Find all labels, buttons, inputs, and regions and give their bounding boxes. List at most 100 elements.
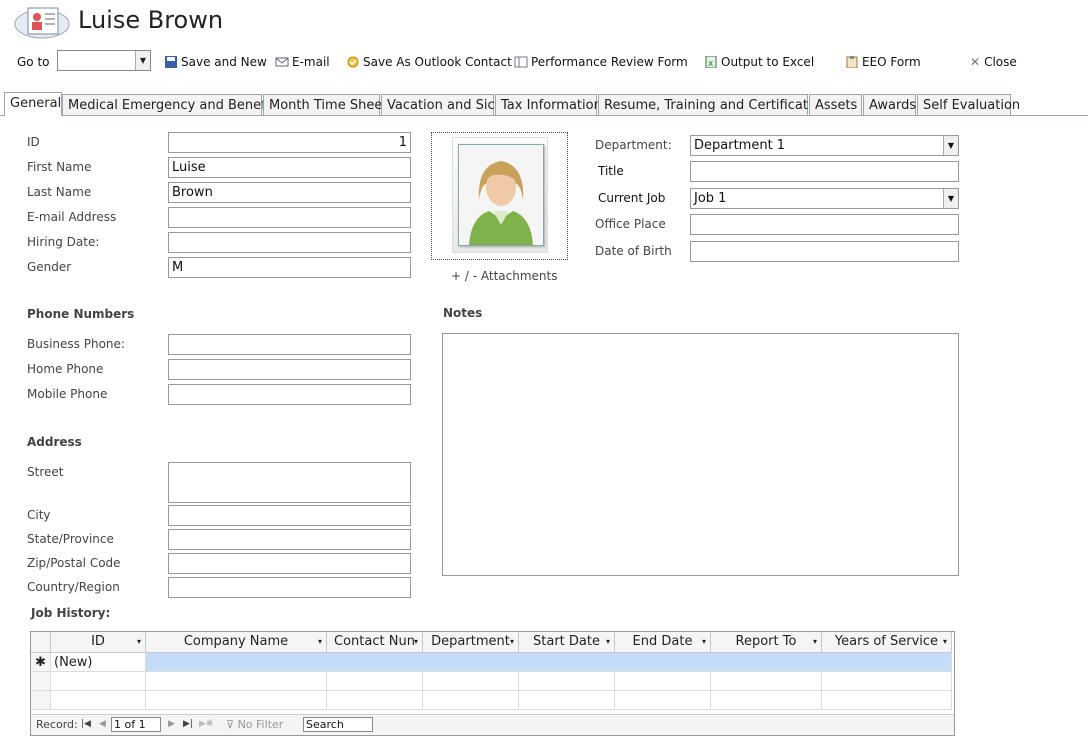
- date-of-birth-label: Date of Birth: [595, 244, 672, 258]
- first-name-field[interactable]: Luise: [168, 157, 411, 178]
- department-dropdown[interactable]: Department 1 ▼: [690, 135, 959, 156]
- search-input[interactable]: Search: [303, 717, 373, 732]
- tab-tax-information[interactable]: Tax Information: [495, 94, 602, 115]
- mobile-phone-field[interactable]: [168, 384, 411, 405]
- tab-assets[interactable]: Assets: [809, 94, 862, 115]
- state-province-field[interactable]: [168, 529, 411, 550]
- save-outlook-contact-button[interactable]: Save As Outlook Contact: [346, 52, 512, 72]
- id-field[interactable]: 1: [168, 132, 411, 153]
- first-record-icon[interactable]: |◀: [81, 715, 91, 734]
- employee-photo[interactable]: [431, 132, 568, 260]
- chevron-down-icon[interactable]: ▼: [943, 189, 958, 208]
- title-field[interactable]: [690, 161, 959, 182]
- new-row-id-cell[interactable]: (New): [51, 653, 146, 672]
- tab-month-time-sheet[interactable]: Month Time Sheet: [263, 94, 387, 115]
- email-address-label: E-mail Address: [27, 210, 117, 224]
- table-row: [615, 691, 711, 710]
- email-address-field[interactable]: [168, 207, 411, 228]
- tab-general[interactable]: General: [4, 92, 62, 116]
- attachments-link[interactable]: + / - Attachments: [451, 269, 557, 283]
- chevron-down-icon[interactable]: ▾: [414, 632, 418, 652]
- previous-record-icon[interactable]: ◀: [99, 715, 106, 734]
- chevron-down-icon[interactable]: ▾: [137, 632, 141, 652]
- street-field[interactable]: [168, 462, 411, 503]
- performance-review-button[interactable]: Performance Review Form: [514, 52, 688, 72]
- next-record-icon[interactable]: ▶: [168, 715, 175, 734]
- chevron-down-icon[interactable]: ▾: [943, 632, 947, 652]
- column-header-contact[interactable]: Contact Nun ▾: [327, 632, 423, 653]
- hiring-date-field[interactable]: [168, 232, 411, 253]
- excel-icon: x: [705, 56, 717, 68]
- chevron-down-icon[interactable]: ▾: [606, 632, 610, 652]
- no-filter-button[interactable]: ⊽ No Filter: [226, 715, 283, 734]
- output-excel-button[interactable]: x Output to Excel: [704, 52, 814, 72]
- column-header-report-to[interactable]: Report To ▾: [711, 632, 822, 653]
- home-phone-field[interactable]: [168, 359, 411, 380]
- table-row: [423, 672, 519, 691]
- svg-text:x: x: [708, 59, 714, 68]
- id-label: ID: [27, 135, 40, 149]
- photo-background: [452, 137, 548, 253]
- current-job-dropdown[interactable]: Job 1 ▼: [690, 188, 959, 209]
- close-icon: ✕: [970, 55, 981, 69]
- record-position-field[interactable]: 1 of 1: [111, 717, 161, 732]
- chevron-down-icon[interactable]: ▾: [510, 632, 514, 652]
- tab-resume-training[interactable]: Resume, Training and Certification: [598, 94, 828, 115]
- date-of-birth-field[interactable]: [690, 241, 959, 262]
- city-field[interactable]: [168, 505, 411, 526]
- country-region-field[interactable]: [168, 577, 411, 598]
- chevron-down-icon[interactable]: ▾: [318, 632, 322, 652]
- photo-frame: [458, 144, 544, 246]
- tab-self-evaluation[interactable]: Self Evaluation: [917, 94, 1020, 115]
- last-name-field[interactable]: Brown: [168, 182, 411, 203]
- row-selector[interactable]: [31, 672, 51, 691]
- current-job-value: Job 1: [694, 191, 727, 206]
- record-label: Record:: [36, 718, 78, 731]
- table-row: [711, 672, 822, 691]
- row-selector[interactable]: [31, 691, 51, 710]
- last-record-icon[interactable]: ▶|: [183, 715, 193, 734]
- save-icon: [165, 56, 177, 68]
- gender-field[interactable]: M: [168, 257, 411, 278]
- goto-dropdown[interactable]: ▼: [57, 50, 151, 71]
- mobile-phone-label: Mobile Phone: [27, 387, 108, 401]
- tab-medical-emergency[interactable]: Medical Emergency and Benefits: [62, 94, 281, 115]
- save-and-new-button[interactable]: Save and New: [164, 52, 267, 72]
- column-header-id[interactable]: ID ▾: [51, 632, 146, 653]
- row-selector-header[interactable]: [31, 632, 51, 653]
- column-header-start-date[interactable]: Start Date ▾: [519, 632, 615, 653]
- chevron-down-icon[interactable]: ▾: [702, 632, 706, 652]
- email-button[interactable]: E-mail: [275, 52, 330, 72]
- form-title: Luise Brown: [78, 6, 224, 34]
- tab-awards[interactable]: Awards: [863, 94, 916, 115]
- street-label: Street: [27, 465, 64, 479]
- outlook-contact-icon: [347, 56, 359, 68]
- close-button[interactable]: ✕ Close: [970, 52, 1017, 72]
- gender-label: Gender: [27, 260, 72, 274]
- column-header-department[interactable]: Department ▾: [423, 632, 519, 653]
- zip-postal-field[interactable]: [168, 553, 411, 574]
- current-job-label: Current Job: [598, 191, 666, 205]
- department-value: Department 1: [694, 138, 786, 153]
- table-row: [423, 691, 519, 710]
- column-header-company[interactable]: Company Name ▾: [146, 632, 327, 653]
- notes-field[interactable]: [442, 333, 959, 576]
- new-row-cells[interactable]: [146, 653, 952, 672]
- office-place-field[interactable]: [690, 214, 959, 235]
- table-row: [327, 691, 423, 710]
- new-record-icon[interactable]: ▶✱: [199, 715, 213, 734]
- job-history-table: ID ▾ Company Name ▾ Contact Nun ▾ Departmen…: [30, 631, 955, 736]
- table-row: [51, 672, 146, 691]
- office-place-label: Office Place: [595, 217, 666, 231]
- business-phone-field[interactable]: [168, 334, 411, 355]
- table-row: [822, 691, 952, 710]
- new-record-marker[interactable]: ✱: [31, 653, 51, 672]
- column-header-years-service[interactable]: Years of Service ▾: [822, 632, 952, 653]
- eeo-form-button[interactable]: EEO Form: [845, 52, 921, 72]
- state-province-label: State/Province: [27, 532, 114, 546]
- chevron-down-icon[interactable]: ▼: [943, 136, 958, 155]
- chevron-down-icon[interactable]: ▾: [813, 632, 817, 652]
- column-header-end-date[interactable]: End Date ▾: [615, 632, 711, 653]
- tab-vacation-sick[interactable]: Vacation and Sick: [381, 94, 502, 115]
- chevron-down-icon[interactable]: ▼: [135, 51, 150, 70]
